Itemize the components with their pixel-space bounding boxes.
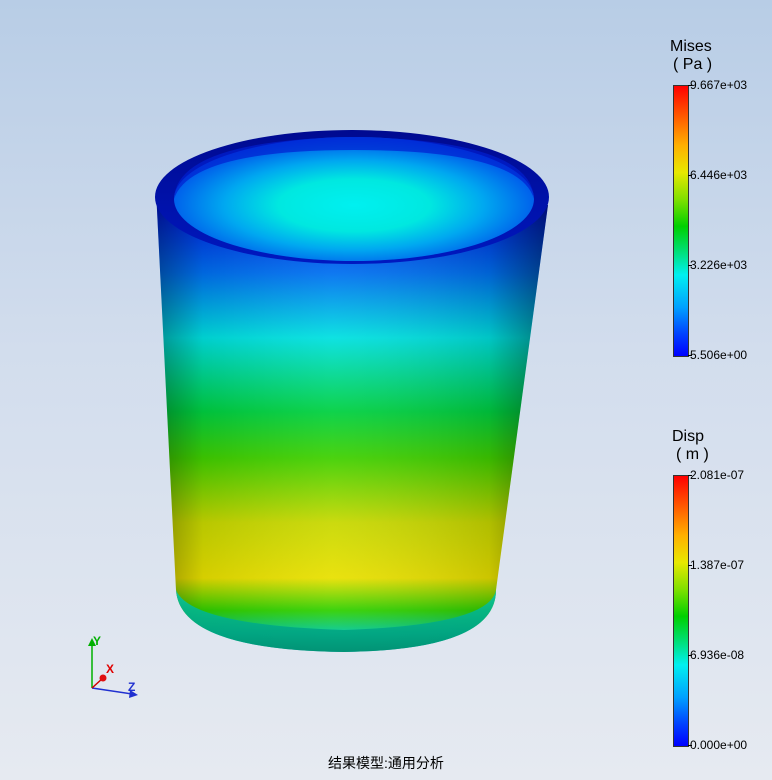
result-caption: 结果模型:通用分析: [328, 755, 444, 771]
mises-tick-max: 9.667e+03: [690, 78, 748, 92]
disp-tick-min: 0.000e+00: [690, 738, 748, 752]
disp-tick-2: 1.387e-07: [690, 558, 745, 572]
mises-legend-unit: ( Pa ): [673, 56, 713, 73]
results-viewport[interactable]: Y X Z: [0, 0, 772, 780]
axis-z-label: Z: [128, 680, 135, 694]
disp-legend-unit: ( m ): [676, 446, 709, 463]
disp-colorbar: [673, 475, 689, 747]
disp-tick-3: 6.936e-08: [690, 648, 745, 662]
mises-tick-3: 3.226e+03: [690, 258, 748, 272]
mises-legend-title: Mises: [670, 38, 712, 55]
axis-y-label: Y: [93, 634, 101, 648]
axis-x-label: X: [106, 662, 114, 676]
disp-legend-title: Disp: [672, 428, 705, 445]
mises-colorbar: [673, 85, 689, 357]
axis-triad: Y X Z: [88, 634, 138, 698]
mises-tick-2: 6.446e+03: [690, 168, 748, 182]
disp-tick-max: 2.081e-07: [690, 468, 745, 482]
mises-tick-min: 5.506e+00: [690, 348, 748, 362]
